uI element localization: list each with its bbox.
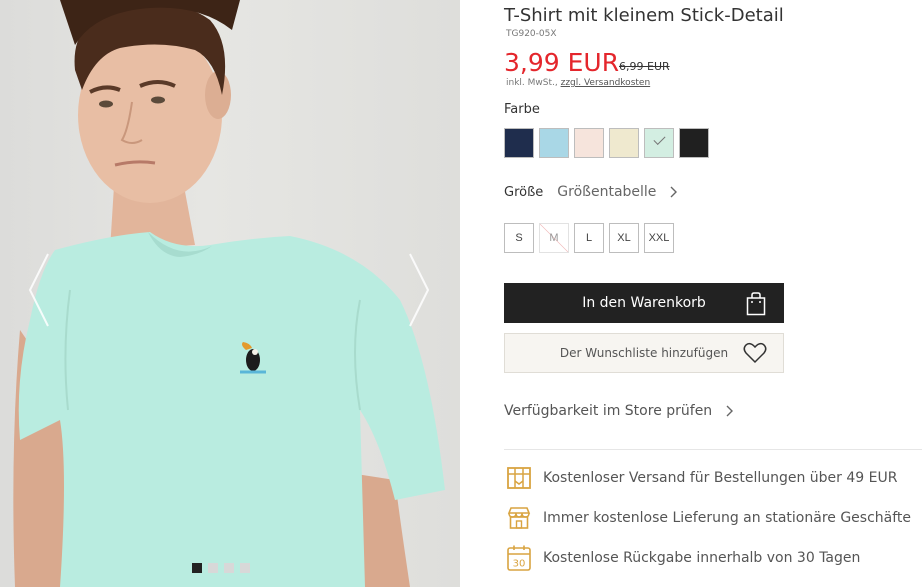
store-availability-label: Verfügbarkeit im Store prüfen xyxy=(504,403,713,419)
old-price: 6,99 EUR xyxy=(619,60,670,73)
add-to-cart-label: In den Warenkorb xyxy=(582,295,706,311)
gallery-prev-arrow[interactable] xyxy=(24,250,54,330)
product-sku: TG920-05X xyxy=(506,29,557,39)
benefit-free-returns: 30 Kostenlose Rückgabe innerhalb von 30 … xyxy=(504,543,860,573)
current-price: 3,99 EUR xyxy=(504,48,620,77)
benefit-text: Kostenlose Rückgabe innerhalb von 30 Tag… xyxy=(543,550,861,566)
tax-text: inkl. MwSt., xyxy=(506,78,561,88)
divider xyxy=(504,449,922,450)
product-image-gallery xyxy=(0,0,460,587)
chevron-right-icon xyxy=(726,405,734,417)
product-photo xyxy=(13,0,445,587)
color-swatch-black[interactable] xyxy=(679,128,709,158)
color-label: Farbe xyxy=(504,102,540,117)
color-swatch-cream[interactable] xyxy=(609,128,639,158)
size-options: S M L XL XXL xyxy=(504,223,674,253)
benefit-text: Kostenloser Versand für Bestellungen übe… xyxy=(543,470,898,486)
size-header: Größe Größentabelle xyxy=(504,184,680,200)
gallery-dot[interactable] xyxy=(240,563,250,573)
size-option-m[interactable]: M xyxy=(539,223,569,253)
benefit-text: Immer kostenlose Lieferung an stationäre… xyxy=(543,510,912,526)
size-option-xl[interactable]: XL xyxy=(609,223,639,253)
color-swatch-light-blue[interactable] xyxy=(539,128,569,158)
size-option-xxl[interactable]: XXL xyxy=(644,223,674,253)
chevron-right-icon xyxy=(409,253,430,327)
benefit-free-shipping: Kostenloser Versand für Bestellungen übe… xyxy=(504,463,897,493)
calendar-30-icon: 30 xyxy=(504,543,534,573)
gallery-dot[interactable] xyxy=(192,563,202,573)
heart-icon xyxy=(743,342,767,364)
shipping-costs-link[interactable]: zzgl. Versandkosten xyxy=(561,78,651,88)
gallery-dot[interactable] xyxy=(208,563,218,573)
product-info-panel: T-Shirt mit kleinem Stick-Detail TG920-0… xyxy=(460,0,922,587)
color-swatch-mint[interactable] xyxy=(644,128,674,158)
store-availability-link[interactable]: Verfügbarkeit im Store prüfen xyxy=(504,403,734,419)
svg-text:30: 30 xyxy=(513,559,526,570)
gallery-pagination xyxy=(192,563,250,573)
wishlist-label: Der Wunschliste hinzufügen xyxy=(559,346,729,360)
tax-note: inkl. MwSt., zzgl. Versandkosten xyxy=(506,78,650,88)
color-swatch-navy[interactable] xyxy=(504,128,534,158)
product-title: T-Shirt mit kleinem Stick-Detail xyxy=(504,5,784,26)
chevron-right-icon xyxy=(670,186,678,198)
gallery-dot[interactable] xyxy=(224,563,234,573)
shopping-bag-icon xyxy=(746,292,766,316)
color-swatch-pale-pink[interactable] xyxy=(574,128,604,158)
size-chart-link[interactable]: Größentabelle xyxy=(557,184,656,200)
add-to-wishlist-button[interactable]: Der Wunschliste hinzufügen xyxy=(504,333,784,373)
add-to-cart-button[interactable]: In den Warenkorb xyxy=(504,283,784,323)
color-swatches xyxy=(504,128,709,158)
store-icon xyxy=(504,503,534,533)
size-option-s[interactable]: S xyxy=(504,223,534,253)
size-label: Größe xyxy=(504,184,544,200)
benefit-store-delivery: Immer kostenlose Lieferung an stationäre… xyxy=(504,503,911,533)
chevron-left-icon xyxy=(28,253,49,327)
size-option-l[interactable]: L xyxy=(574,223,604,253)
shipping-box-icon xyxy=(504,463,534,493)
gallery-next-arrow[interactable] xyxy=(404,250,434,330)
